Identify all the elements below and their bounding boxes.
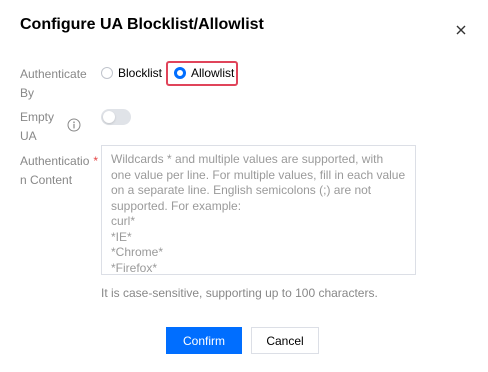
- authenticate-by-label: Authenticate By: [20, 66, 87, 102]
- auth-content-label-line1: Authenticatio: [20, 154, 90, 168]
- auth-content-textarea[interactable]: Wildcards * and multiple values are supp…: [101, 145, 416, 275]
- empty-ua-label: Empty UA: [20, 109, 54, 145]
- radio-allowlist[interactable]: Allowlist: [174, 66, 234, 80]
- auth-content-label-line2: n Content: [20, 173, 73, 187]
- empty-ua-label-line1: Empty: [20, 110, 55, 124]
- radio-blocklist-label: Blocklist: [118, 66, 163, 80]
- empty-ua-label-line2: UA: [20, 129, 37, 143]
- required-asterisk: *: [93, 154, 99, 168]
- empty-ua-toggle[interactable]: [101, 109, 131, 125]
- radio-blocklist-circle[interactable]: [101, 67, 113, 79]
- radio-blocklist[interactable]: Blocklist: [101, 66, 162, 80]
- cancel-button[interactable]: Cancel: [251, 327, 319, 354]
- toggle-knob: [103, 111, 115, 123]
- close-icon[interactable]: [453, 22, 469, 38]
- authenticate-by-label-line2: By: [20, 86, 35, 100]
- radio-allowlist-label: Allowlist: [191, 66, 235, 80]
- authenticate-by-label-line1: Authenticate: [20, 67, 87, 81]
- info-icon[interactable]: [67, 118, 81, 132]
- dialog-title: Configure UA Blocklist/Allowlist: [20, 16, 264, 33]
- radio-allowlist-circle[interactable]: [174, 67, 186, 79]
- confirm-button[interactable]: Confirm: [166, 327, 242, 354]
- auth-content-label: Authenticatio * n Content: [20, 153, 98, 189]
- auth-content-hint: It is case-sensitive, supporting up to 1…: [101, 286, 378, 300]
- configure-ua-dialog: Configure UA Blocklist/Allowlist Authent…: [0, 0, 488, 372]
